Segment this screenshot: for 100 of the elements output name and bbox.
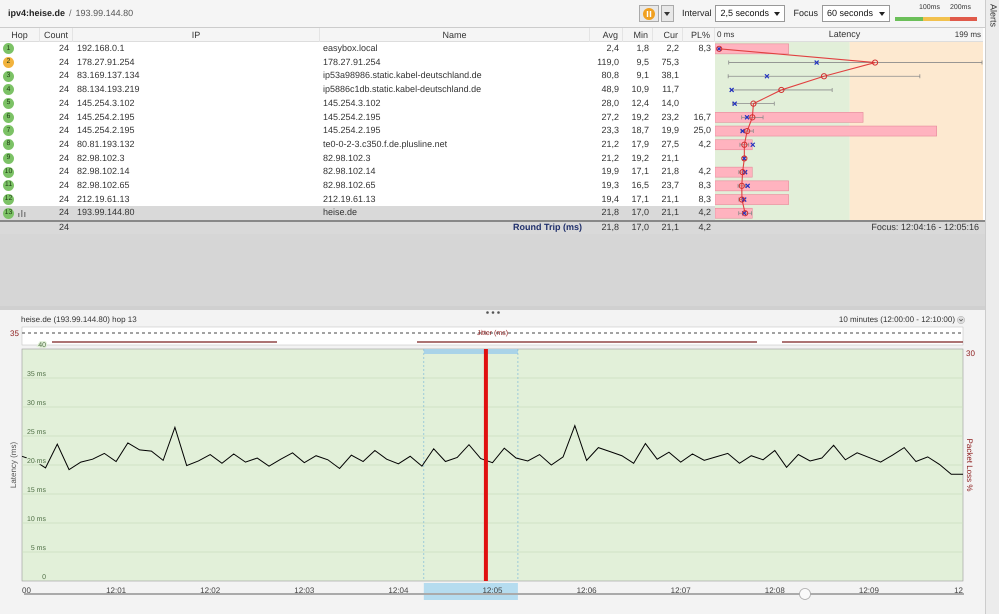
table-cell-text: 24 (58, 96, 70, 110)
table-cell-text: 24 (58, 206, 70, 220)
table-cell-text: 17,9 (630, 138, 650, 151)
chevron-down-icon[interactable] (957, 316, 965, 324)
table-cell-text: 24 (58, 110, 70, 124)
latency-range-whisker (732, 101, 775, 106)
table-cell-text: 38,1 (660, 69, 680, 82)
table-cell-text: 212.19.61.13 (76, 192, 131, 206)
table-cell-text: 25,0 (692, 124, 712, 138)
x-tick-label: 12:09 (858, 586, 879, 595)
table-cell-text: 8,3 (697, 192, 712, 206)
table-cell-text: 17,1 (630, 165, 650, 178)
table-cell-text: 24 (58, 138, 70, 151)
table-cell-text: 21,8 (600, 206, 620, 220)
table-cell-text: 192.168.0.1 (76, 42, 126, 56)
interval-label: Interval (682, 6, 712, 20)
x-tick-label: 12:06 (576, 586, 597, 595)
focus-label: Focus (793, 6, 818, 20)
latency-range-whisker (738, 183, 746, 188)
summary-cell-text: 21,8 (600, 221, 620, 234)
interval-select[interactable]: 2,5 seconds (715, 5, 786, 22)
table-cell-text: 19,2 (630, 152, 650, 165)
latency-markers (738, 182, 750, 189)
table-cell-text: 80,8 (600, 69, 620, 82)
table-cell-text: 145.254.3.102 (322, 96, 382, 110)
x-tick-label: 12:01 (106, 586, 126, 595)
x-tick-label: 12 (954, 586, 963, 595)
table-cell-text: 8,3 (697, 178, 712, 192)
y-axis-label: Latency (ms) (9, 442, 18, 488)
scrollbar-thumb (799, 588, 811, 600)
latency-range-whisker (738, 210, 752, 216)
table-cell-text: 21,2 (600, 138, 620, 151)
x-tick-label: 12:08 (764, 586, 785, 595)
latency-markers (716, 46, 722, 52)
table-cell-text: 82.98.102.14 (322, 165, 377, 178)
focus-select[interactable]: 60 seconds (822, 5, 890, 22)
table-cell-text: 80.81.193.132 (76, 138, 136, 151)
alerts-tab[interactable]: Alerts (986, 4, 999, 28)
table-cell-text: 14,0 (660, 96, 680, 110)
table-cell-text: 178.27.91.254 (322, 56, 382, 69)
table-cell-text: 24 (58, 124, 70, 138)
path-separator: / (69, 6, 72, 20)
table-cell-text: te0-0-2-3.c350.f.de.plusline.net (322, 138, 448, 151)
x-tick-label: 12:02 (200, 586, 220, 595)
x-tick-label: 00 (22, 586, 31, 595)
table-cell-text: 24 (58, 165, 70, 178)
table-cell-text: 82.98.102.3 (76, 152, 126, 165)
table-cell-text: 2,2 (665, 42, 680, 56)
summary-cell-text: 17,0 (630, 221, 650, 234)
latency-markers (742, 210, 748, 216)
packet-loss-bar (715, 166, 753, 178)
table-cell-text: 21,8 (660, 165, 680, 178)
latency-range-whisker (741, 114, 764, 120)
target-title: ipv4:heise.de (8, 6, 66, 20)
table-cell-text: 193.99.144.80 (76, 206, 136, 220)
table-cell-text: 23,2 (660, 110, 680, 124)
table-cell-text: 21,1 (660, 206, 680, 220)
table-cell-text: 21,1 (660, 152, 680, 165)
table-cell-text: 17,1 (630, 192, 650, 206)
table-cell-text: 21,2 (600, 152, 620, 165)
table-cell-text: 27,2 (600, 110, 620, 124)
column-header[interactable]: Latency (828, 28, 860, 42)
latency-markers (729, 86, 784, 94)
table-cell-text: 19,9 (660, 124, 680, 138)
jitter-scale-label: 35 (10, 329, 19, 338)
table-cell-text: 21,1 (660, 192, 680, 206)
table-cell-text: 82.98.102.3 (322, 152, 372, 165)
table-cell-text: 145.254.2.195 (76, 110, 136, 124)
table-cell-text: 18,7 (630, 124, 650, 138)
focus-range-text: Focus: 12:04:16 - 12:05:16 (870, 221, 980, 234)
caret-icon (774, 12, 780, 16)
table-cell-text: 17,0 (630, 206, 650, 220)
table-cell-text: 82.98.102.65 (322, 178, 377, 192)
latency-markers (744, 114, 756, 120)
table-cell-text: 145.254.2.195 (322, 110, 382, 124)
table-cell-text: 24 (58, 69, 70, 82)
caret-icon (664, 12, 670, 16)
latency-axis-min: 0 ms (717, 28, 734, 40)
target-ip: 193.99.144.80 (76, 6, 134, 20)
dropdown-button[interactable] (660, 5, 674, 22)
table-cell-text: 19,3 (600, 178, 620, 192)
table-cell-text: 82.98.102.65 (76, 178, 131, 192)
table-cell-text: 23,3 (600, 124, 620, 138)
table-cell-text: 24 (58, 152, 70, 165)
table-cell-text: 12,4 (630, 96, 650, 110)
table-cell-text: 83.169.137.134 (76, 69, 141, 82)
table-cell-text: easybox.local (322, 42, 379, 56)
x-tick-label: 12:05 (482, 586, 503, 595)
splitter-grip-icon[interactable] (486, 310, 500, 314)
latency-range-whisker (740, 142, 750, 148)
x-tick-label: 12:03 (294, 586, 314, 595)
table-cell-text: ip53a98986.static.kabel-deutschland.de (322, 69, 483, 82)
latency-range-whisker (740, 128, 754, 134)
table-cell-text: 27,5 (660, 138, 680, 151)
table-cell-text: 10,9 (630, 83, 650, 96)
table-cell-text: 4,2 (697, 206, 712, 220)
loss-axis-max: 30 (966, 349, 975, 358)
table-cell-text: 11,7 (661, 83, 680, 96)
table-cell-text: 75,3 (660, 56, 680, 69)
table-cell-text: 19,2 (630, 110, 650, 124)
